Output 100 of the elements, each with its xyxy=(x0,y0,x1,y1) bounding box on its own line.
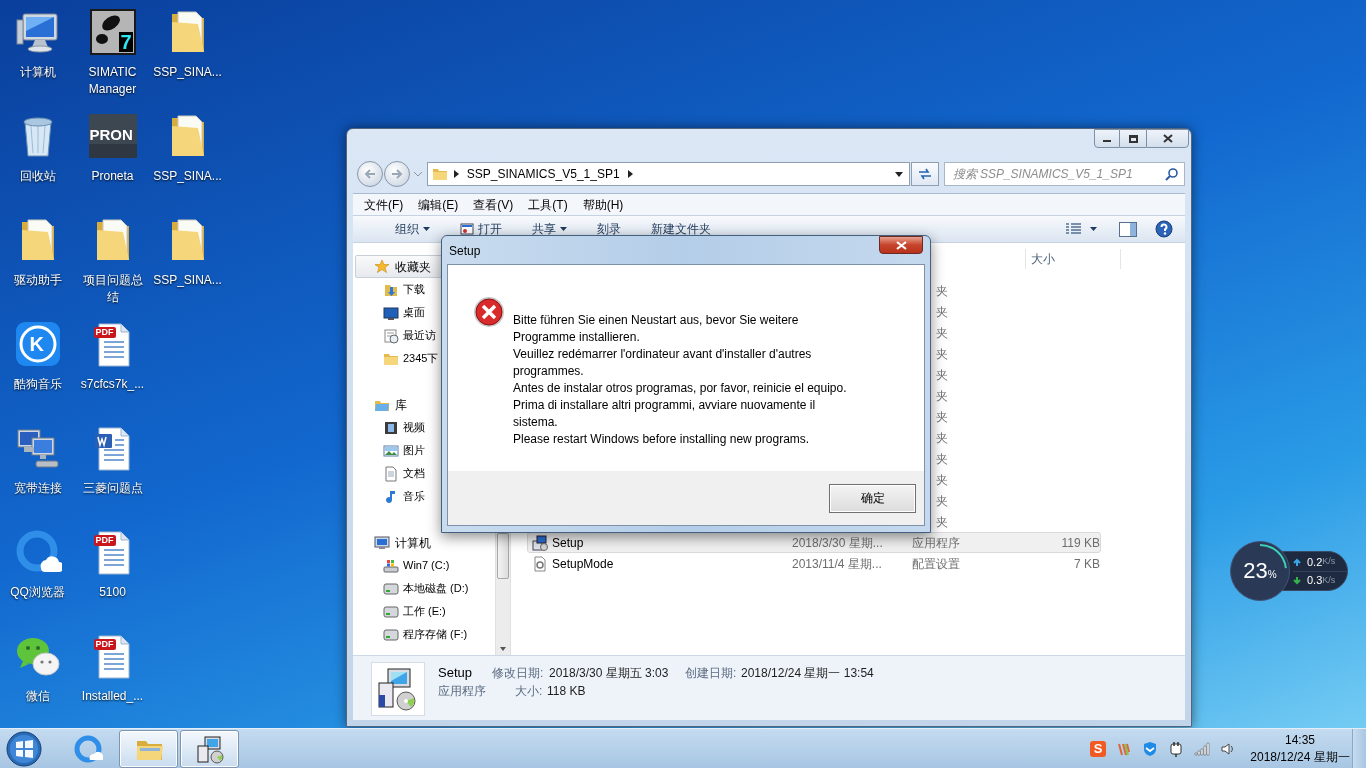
drive-icon xyxy=(383,580,399,597)
menu-item[interactable]: 工具(T) xyxy=(522,195,574,214)
icon-letter: K xyxy=(29,332,44,356)
nav-item[interactable]: 最近访 xyxy=(353,324,495,347)
icon-label: 宽带连接 xyxy=(12,480,63,497)
nav-group-header[interactable]: 库 xyxy=(355,393,473,416)
icon-label: SSP_SINA... xyxy=(152,272,223,289)
view-options-button[interactable] xyxy=(1066,223,1097,235)
settings-file-icon xyxy=(532,555,548,572)
chevron-icon[interactable] xyxy=(453,170,459,178)
menu-item[interactable]: 文件(F) xyxy=(358,195,410,214)
logo-text: PRON xyxy=(89,126,133,144)
menu-item[interactable]: 编辑(E) xyxy=(412,195,465,214)
ok-button[interactable]: 确定 xyxy=(829,483,916,513)
dropdown-caret-icon xyxy=(560,227,567,231)
system-drive-icon xyxy=(383,557,399,574)
drive-icon xyxy=(383,626,399,643)
icon-label: 回收站 xyxy=(18,168,57,185)
taskbar-button[interactable] xyxy=(119,729,178,768)
nav-item[interactable]: 程序存储 (F:) xyxy=(353,623,495,646)
nav-item[interactable]: Win7 (C:) xyxy=(353,554,495,577)
nav-group-header[interactable]: 计算机 xyxy=(355,531,473,554)
shield-icon[interactable] xyxy=(1142,740,1158,757)
file-name: SetupMode xyxy=(552,555,614,573)
toolbar-button[interactable]: 组织 xyxy=(395,220,430,238)
menu-item[interactable]: 查看(V) xyxy=(467,195,520,214)
close-icon[interactable] xyxy=(1162,134,1173,143)
menu-item[interactable]: 帮助(H) xyxy=(576,195,630,214)
dropdown-caret-icon[interactable] xyxy=(1090,227,1097,231)
refresh-button[interactable] xyxy=(910,162,939,186)
file-type: 夹 xyxy=(935,282,949,300)
file-type-badge: PDF xyxy=(93,327,116,338)
nav-item[interactable]: 2345下 xyxy=(353,347,495,370)
file-row[interactable]: Setup 2018/3/30 星期... 应用程序 119 KB xyxy=(527,532,1101,553)
power-plug-icon[interactable] xyxy=(1168,740,1184,757)
nav-item[interactable]: 音乐 xyxy=(353,485,495,508)
nav-item[interactable]: 下载 xyxy=(353,278,495,301)
help-icon[interactable] xyxy=(1155,220,1173,238)
preview-pane-button[interactable] xyxy=(1119,221,1137,237)
address-bar[interactable]: SSP_SINAMICS_V5_1_SP1 xyxy=(426,162,910,186)
speed-value: 0.3 xyxy=(1307,573,1323,589)
search-icon[interactable] xyxy=(1165,167,1178,181)
browser-icon xyxy=(72,733,103,764)
file-date: 2018/3/30 星期... xyxy=(792,534,884,552)
refresh-icon[interactable] xyxy=(917,168,932,180)
breadcrumb-link[interactable]: SSP_SINAMICS_V5_1_SP1 xyxy=(464,165,622,183)
toolbar-button[interactable]: 新建文件夹 xyxy=(651,220,711,238)
file-size: 119 KB xyxy=(1060,534,1101,552)
field-label: 创建日期: xyxy=(685,665,738,681)
taskbar-button[interactable] xyxy=(180,729,239,768)
icon-label: 酷狗音乐 xyxy=(12,376,63,393)
nav-item[interactable]: 工作 (E:) xyxy=(353,600,495,623)
start-button[interactable] xyxy=(4,728,44,768)
icon-label: Installed_... xyxy=(80,688,145,705)
clock-time[interactable]: 14:35 xyxy=(1285,731,1315,749)
close-button[interactable] xyxy=(879,236,923,254)
star-icon xyxy=(374,258,390,275)
field-label: 大小: xyxy=(515,683,544,699)
close-button[interactable] xyxy=(1146,129,1189,148)
file-type-badge: PDF xyxy=(93,535,116,546)
forward-button[interactable] xyxy=(383,161,410,187)
search-field[interactable]: 搜索 SSP_SINAMICS_V5_1_SP1 xyxy=(943,162,1185,186)
speed-unit: K/s xyxy=(1322,555,1336,569)
nav-item[interactable]: 本地磁盘 (D:) xyxy=(353,577,495,600)
picture-icon xyxy=(383,442,399,459)
file-size: 7 KB xyxy=(1073,555,1101,573)
footprint-icon[interactable] xyxy=(88,8,137,56)
back-button[interactable] xyxy=(357,161,383,187)
toolbar-button[interactable]: 刻录 xyxy=(597,220,621,238)
minimize-button[interactable] xyxy=(1094,129,1120,148)
speaker-icon[interactable] xyxy=(1220,740,1236,757)
file-type: 夹 xyxy=(935,471,949,489)
nav-item[interactable]: 文档 xyxy=(353,462,495,485)
column-header[interactable]: 大小 xyxy=(1025,249,1121,269)
icon-label: 项目问题总结 xyxy=(81,272,144,306)
icon-label: 5100 xyxy=(98,584,127,601)
computer-icon xyxy=(374,534,390,551)
field-value: 118 KB xyxy=(547,683,586,699)
toolbar-button[interactable]: 共享 xyxy=(532,220,567,238)
nav-item[interactable]: 视频 xyxy=(353,416,495,439)
file-type: 夹 xyxy=(935,450,949,468)
chevron-icon[interactable] xyxy=(627,170,633,178)
nav-item[interactable]: 图片 xyxy=(353,439,495,462)
installer-icon xyxy=(194,733,225,764)
gauge-unit: % xyxy=(1267,569,1277,582)
icon-label: Proneta xyxy=(90,168,135,185)
file-name: Setup xyxy=(552,534,584,552)
file-type-badge: PDF xyxy=(93,639,116,650)
nav-item[interactable]: 桌面 xyxy=(353,301,495,324)
toolbar-button[interactable]: 打开 xyxy=(460,220,502,238)
dropdown-caret-icon[interactable] xyxy=(894,171,903,177)
clock-date[interactable]: 2018/12/24 星期一 xyxy=(1250,748,1350,766)
film-icon xyxy=(383,419,399,436)
maximize-button[interactable] xyxy=(1120,129,1146,148)
app-tile-icon[interactable] xyxy=(88,112,137,160)
gauge-value: 23 xyxy=(1243,559,1268,583)
scrollbar-thumb[interactable] xyxy=(497,533,509,579)
file-row[interactable]: SetupMode 2013/11/4 星期... 配置设置 7 KB xyxy=(527,553,1101,574)
music-app-icon[interactable] xyxy=(13,320,62,368)
message-text: Bitte führen Sie einen Neustart aus, bevor Sie weitere Programme installieren. xyxy=(513,312,800,346)
